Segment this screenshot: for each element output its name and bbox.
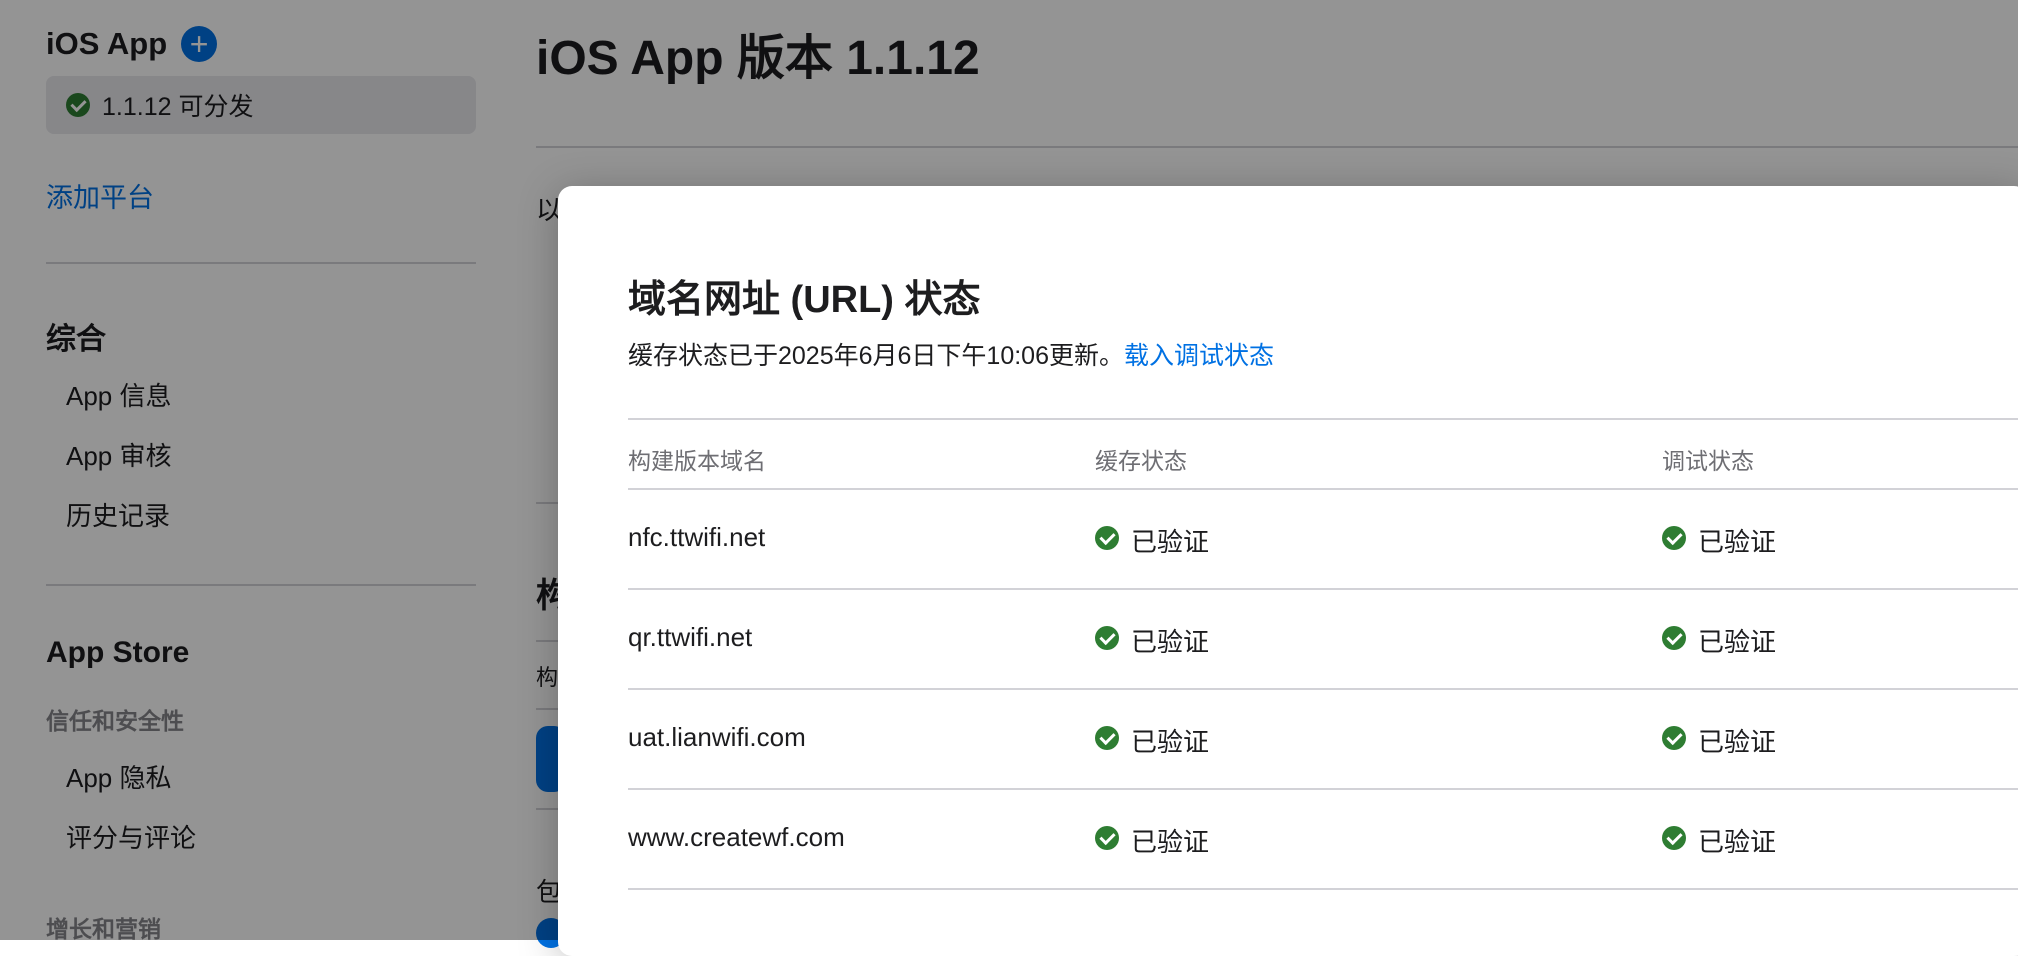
table-row: www.createwf.com 已验证 已验证 (628, 790, 2018, 890)
check-circle-icon (1095, 825, 1119, 850)
status-label: 已验证 (1698, 827, 1777, 857)
table-header: 构建版本域名 缓存状态 调试状态 (628, 418, 2018, 490)
debug-status-cell: 已验证 (1662, 722, 1776, 759)
table-row: qr.ttwifi.net 已验证 已验证 (628, 590, 2018, 690)
column-header-cache: 缓存状态 (1095, 448, 1187, 474)
table-row: nfc.ttwifi.net 已验证 已验证 (628, 490, 2018, 590)
domain-cell: nfc.ttwifi.net (628, 522, 766, 552)
status-label: 已验证 (1698, 727, 1777, 757)
url-status-dialog: 域名网址 (URL) 状态 缓存状态已于2025年6月6日下午10:06更新。载… (558, 186, 2018, 956)
load-debug-status-link[interactable]: 载入调试状态 (1124, 342, 1274, 370)
cache-status-cell: 已验证 (1095, 622, 1209, 659)
check-circle-icon (1095, 525, 1119, 550)
cache-status-cell: 已验证 (1095, 522, 1209, 559)
domain-cell: uat.lianwifi.com (628, 722, 806, 752)
check-circle-icon (1095, 725, 1119, 750)
check-circle-icon (1662, 525, 1686, 550)
cache-status-cell: 已验证 (1095, 822, 1209, 859)
status-label: 已验证 (1131, 627, 1210, 657)
check-circle-icon (1662, 825, 1686, 850)
column-header-debug: 调试状态 (1662, 448, 1754, 474)
cache-status-text: 缓存状态已于2025年6月6日下午10:06更新。 (628, 342, 1124, 370)
url-status-table: 构建版本域名 缓存状态 调试状态 nfc.ttwifi.net 已验证 已验证 … (628, 418, 2018, 890)
column-header-domain: 构建版本域名 (628, 448, 766, 474)
status-label: 已验证 (1131, 527, 1210, 557)
debug-status-cell: 已验证 (1662, 622, 1776, 659)
status-label: 已验证 (1698, 627, 1777, 657)
check-circle-icon (1662, 625, 1686, 650)
check-circle-icon (1095, 625, 1119, 650)
status-label: 已验证 (1131, 727, 1210, 757)
dialog-subtitle: 缓存状态已于2025年6月6日下午10:06更新。载入调试状态 (628, 336, 1274, 372)
status-label: 已验证 (1698, 527, 1777, 557)
debug-status-cell: 已验证 (1662, 522, 1776, 559)
check-circle-icon (1662, 725, 1686, 750)
debug-status-cell: 已验证 (1662, 822, 1776, 859)
cache-status-cell: 已验证 (1095, 722, 1209, 759)
status-label: 已验证 (1131, 827, 1210, 857)
domain-cell: www.createwf.com (628, 822, 845, 852)
dialog-title: 域名网址 (URL) 状态 (628, 279, 981, 321)
domain-cell: qr.ttwifi.net (628, 622, 753, 652)
table-row: uat.lianwifi.com 已验证 已验证 (628, 690, 2018, 790)
